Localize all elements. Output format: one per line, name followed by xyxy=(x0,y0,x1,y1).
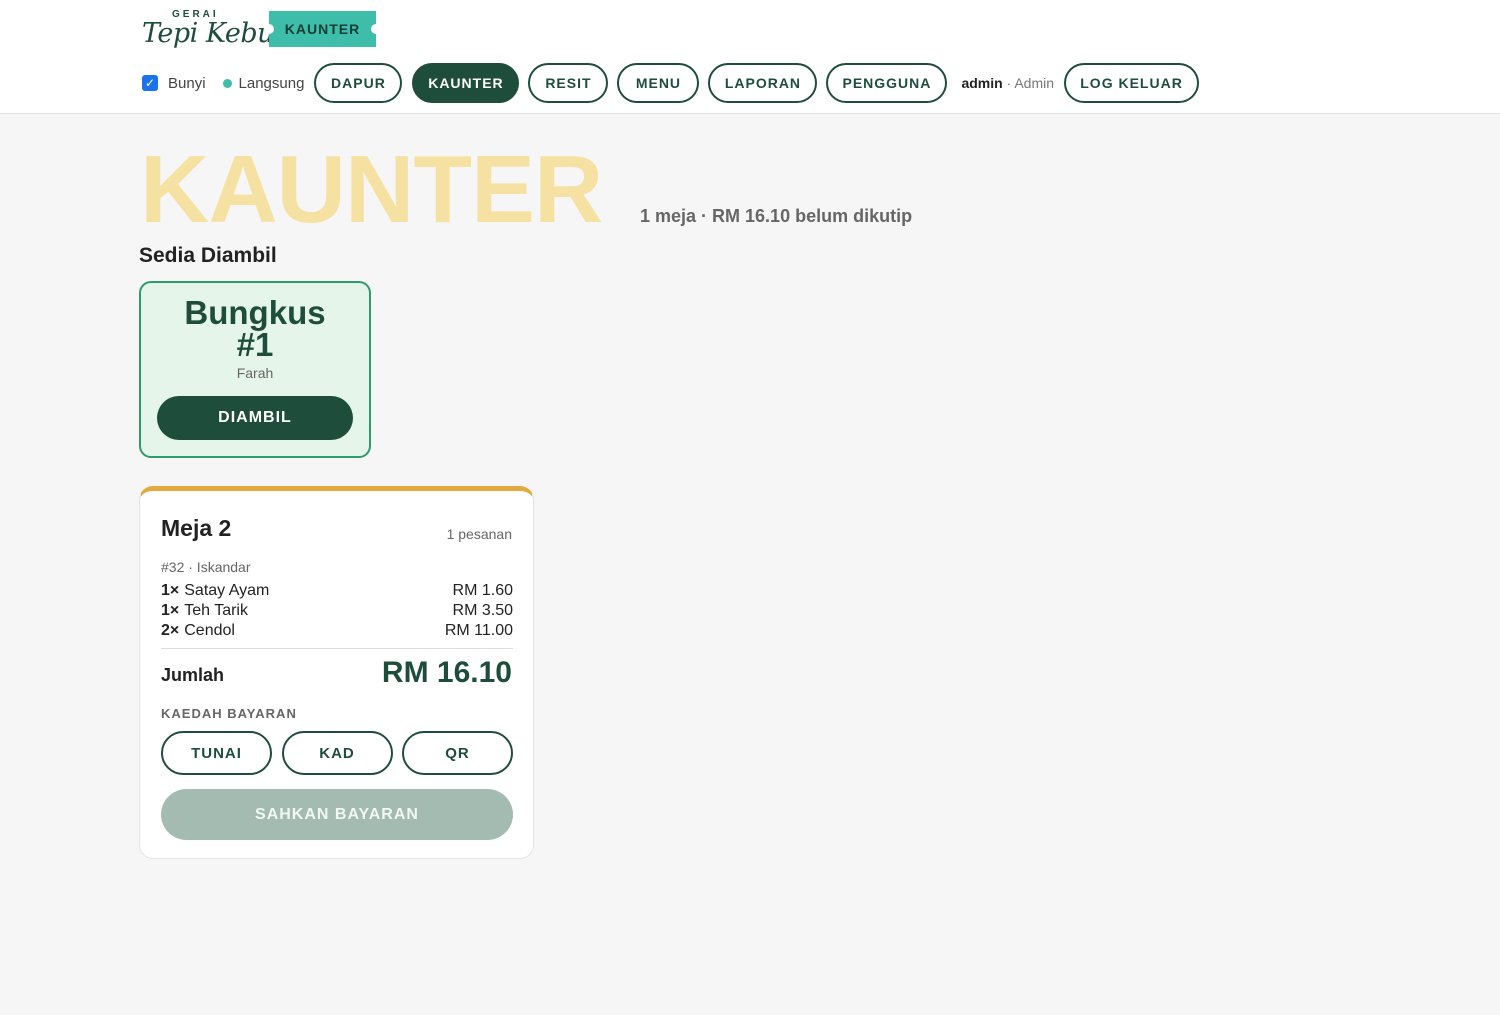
ready-section-title: Sedia Diambil xyxy=(139,244,277,267)
list-item: 2× Cendol RM 11.00 xyxy=(161,621,513,641)
item-name: Teh Tarik xyxy=(184,602,248,619)
ready-order-number: #1 xyxy=(236,326,274,363)
list-item: 1× Satay Ayam RM 1.60 xyxy=(161,581,513,601)
table-name: Meja 2 xyxy=(161,515,232,541)
nav-button-resit[interactable]: RESIT xyxy=(528,63,609,103)
item-qty: 1× xyxy=(161,602,180,619)
ready-order-type: Bungkus xyxy=(184,294,326,331)
picked-up-button[interactable]: DIAMBIL xyxy=(157,396,353,440)
section-ticket-badge: KAUNTER xyxy=(264,11,381,47)
order-meta: #32 · Iskandar xyxy=(161,559,251,575)
total-value: RM 16.10 xyxy=(381,656,512,689)
item-price: RM 11.00 xyxy=(444,622,513,639)
sound-label: Bunyi xyxy=(168,74,206,92)
item-name: Cendol xyxy=(184,622,235,639)
top-bar: GERAI Tepi Kebun KAUNTER ✓ Bunyi Langsun… xyxy=(0,0,1500,114)
brand-logo[interactable]: GERAI Tepi Kebun xyxy=(142,8,291,54)
user-name: admin xyxy=(961,75,1003,91)
item-price: RM 3.50 xyxy=(452,602,513,619)
item-qty: 1× xyxy=(161,582,180,599)
nav-button-kaunter[interactable]: KAUNTER xyxy=(412,63,520,103)
user-role: Admin xyxy=(1014,75,1055,91)
total-divider xyxy=(161,648,513,649)
nav-button-menu[interactable]: MENU xyxy=(617,63,700,103)
item-qty: 2× xyxy=(161,622,180,639)
order-count: 1 pesanan xyxy=(446,526,512,542)
confirm-payment-button[interactable]: SAHKAN BAYARAN xyxy=(161,789,513,840)
logout-button[interactable]: LOG KELUAR xyxy=(1064,63,1200,103)
nav-button-dapur[interactable]: DAPUR xyxy=(314,63,403,103)
live-status-label: Langsung xyxy=(238,74,305,92)
payment-method-label: KAEDAH BAYARAN xyxy=(161,706,297,721)
payment-method-group: TUNAI KAD QR xyxy=(161,731,513,775)
ready-order-customer: Farah xyxy=(236,365,274,381)
order-items-list: 1× Satay Ayam RM 1.60 1× Teh Tarik RM 3.50… xyxy=(161,581,513,641)
user-separator: · xyxy=(1002,75,1015,91)
list-item: 1× Teh Tarik RM 3.50 xyxy=(161,601,513,621)
table-order-card: Meja 2 1 pesanan #32 · Iskandar 1× Satay … xyxy=(139,486,534,859)
sound-checkbox[interactable]: ✓ xyxy=(142,75,158,91)
nav-button-laporan[interactable]: LAPORAN xyxy=(708,63,818,103)
item-price: RM 1.60 xyxy=(452,582,513,599)
payment-card-button[interactable]: KAD xyxy=(281,731,393,775)
ready-order-title: Bungkus #1 xyxy=(141,294,369,363)
nav-bar: ✓ Bunyi Langsung DAPUR KAUNTER RESIT MEN… xyxy=(142,63,1200,103)
live-status-dot xyxy=(222,78,232,88)
page-title: KAUNTER xyxy=(140,136,603,243)
item-name: Satay Ayam xyxy=(184,582,270,599)
total-label: Jumlah xyxy=(161,665,225,685)
payment-qr-button[interactable]: QR xyxy=(402,731,513,775)
nav-button-pengguna[interactable]: PENGGUNA xyxy=(826,63,948,103)
ready-order-card: Bungkus #1 Farah DIAMBIL xyxy=(139,281,371,458)
current-user: admin · Admin xyxy=(961,75,1054,91)
page-subtitle: 1 meja · RM 16.10 belum dikutip xyxy=(640,206,913,226)
payment-cash-button[interactable]: TUNAI xyxy=(161,731,272,775)
